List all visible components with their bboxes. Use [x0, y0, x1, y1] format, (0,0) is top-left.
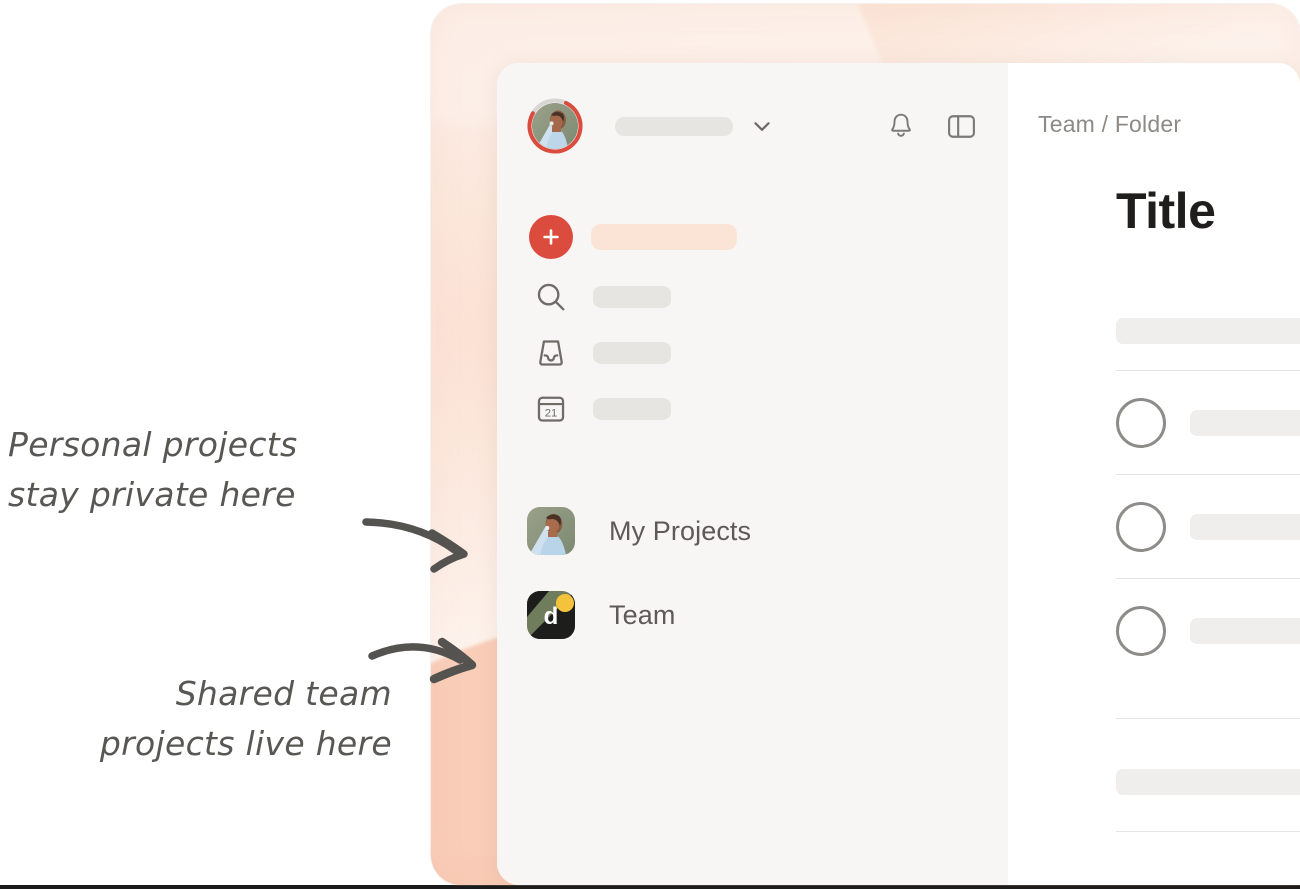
sidebar-item-team[interactable]: d Team [527, 573, 978, 657]
annotation-arrow-team [368, 637, 477, 684]
task-title-placeholder [1190, 617, 1300, 644]
sidebar-item-label-team: Team [609, 599, 676, 630]
sidebar-item-label-search [593, 286, 671, 308]
task-list-divider [1116, 718, 1300, 719]
task-title-placeholder [1190, 409, 1300, 436]
bell-icon [891, 113, 911, 137]
sidebar-projects: My Projects d Team [497, 489, 1008, 657]
sidebar-header [497, 63, 1008, 156]
sidebar: 21 My Projects d Team [497, 63, 1008, 885]
add-task-glyph-wrap [527, 215, 575, 259]
calendar-glyph-wrap: 21 [527, 392, 575, 426]
content-pane: Team / Folder Title [1008, 63, 1300, 885]
search-glyph-wrap [527, 280, 575, 314]
calendar-day-number: 21 [545, 407, 558, 419]
avatar-photo-icon [527, 507, 575, 555]
breadcrumb[interactable]: Team / Folder [1038, 111, 1300, 138]
sidebar-item-label-inbox [593, 342, 671, 364]
sidebar-header-actions [884, 109, 978, 143]
task-checkbox[interactable] [1116, 501, 1166, 552]
sidebar-item-upcoming[interactable]: 21 [527, 381, 978, 437]
annotation-personal-projects: Personal projects stay private here [8, 425, 298, 514]
annotation-layer: Personal projects stay private here Shar… [0, 0, 500, 889]
sidebar-nav: 21 [497, 205, 1008, 437]
task-checkbox[interactable] [1116, 605, 1166, 656]
description-placeholder [1116, 318, 1300, 344]
sidebar-item-add-task[interactable] [527, 205, 978, 269]
inbox-icon [539, 340, 563, 366]
workspace-name-placeholder [615, 116, 733, 136]
task-row[interactable] [1116, 578, 1300, 682]
content-bottom-divider [1116, 831, 1300, 832]
notifications-button[interactable] [884, 109, 918, 143]
calendar-icon: 21 [537, 396, 565, 422]
annotation-arrow-personal [362, 518, 468, 573]
add-task-placeholder [1116, 769, 1300, 795]
task-title-placeholder [1190, 513, 1300, 540]
avatar-progress-ring [527, 98, 583, 154]
task-row[interactable] [1116, 370, 1300, 474]
sidebar-item-search[interactable] [527, 269, 978, 325]
sidebar-item-label-upcoming [593, 398, 671, 420]
team-workspace-icon: d [527, 591, 575, 639]
search-icon [537, 283, 565, 311]
plus-circle-icon [529, 215, 573, 259]
illustration-canvas: 21 My Projects d Team Team / Folder Titl… [0, 0, 1300, 889]
workspace-switcher-avatar[interactable] [527, 98, 583, 154]
toggle-sidebar-button[interactable] [944, 109, 978, 143]
app-window: 21 My Projects d Team Team / Folder Titl… [497, 63, 1300, 885]
task-list [1116, 370, 1300, 682]
sidebar-item-my-projects[interactable]: My Projects [527, 489, 978, 573]
task-checkbox[interactable] [1116, 397, 1166, 448]
inbox-glyph-wrap [527, 336, 575, 370]
sidebar-item-inbox[interactable] [527, 325, 978, 381]
team-icon-letter: d [544, 603, 559, 630]
sidebar-panel-icon [947, 114, 975, 138]
annotation-shared-team: Shared team projects live here [99, 674, 392, 763]
task-row[interactable] [1116, 474, 1300, 578]
page-title: Title [1116, 183, 1216, 239]
sidebar-item-label-add-task [591, 224, 737, 250]
sidebar-item-label-my-projects: My Projects [609, 515, 752, 546]
chevron-down-icon[interactable] [749, 113, 775, 139]
